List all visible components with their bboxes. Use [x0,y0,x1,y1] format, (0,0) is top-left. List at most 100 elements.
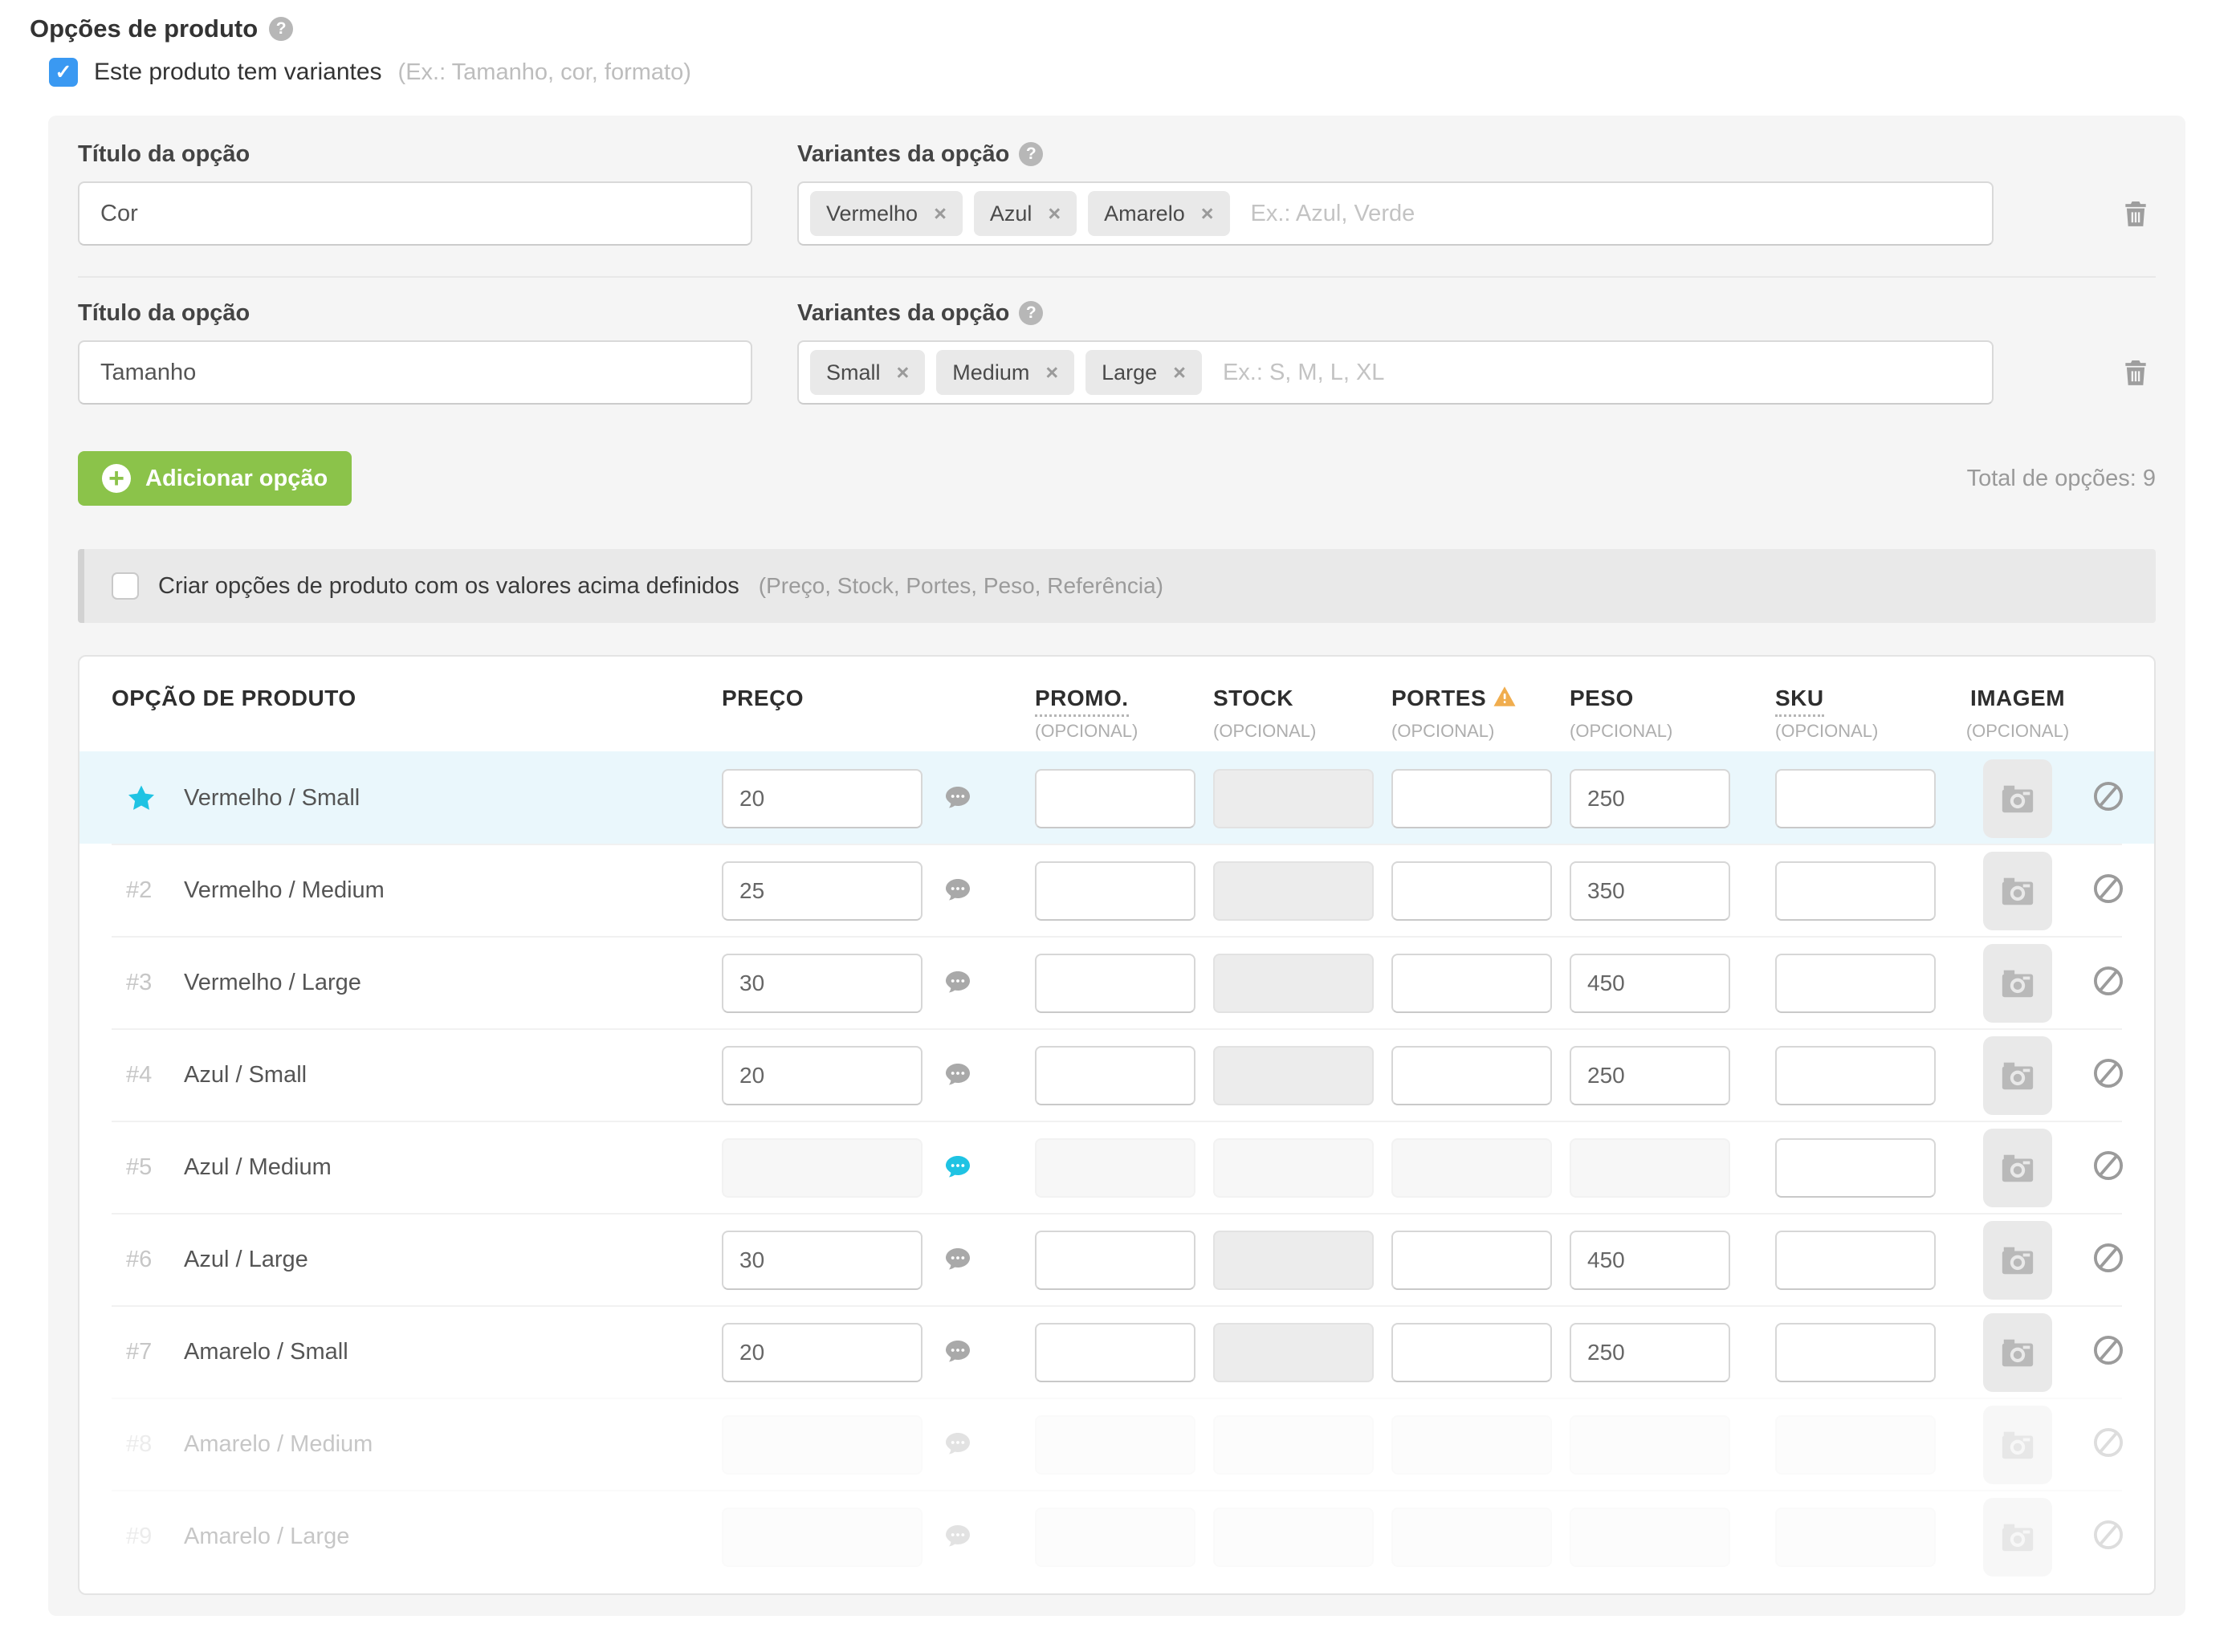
upload-image-button[interactable] [1983,1406,2052,1484]
help-icon[interactable]: ? [1019,301,1043,325]
sku-cell [1775,1323,1953,1382]
disable-variant-icon[interactable] [2091,779,2125,817]
promo-input[interactable] [1035,769,1195,828]
price-input[interactable] [722,861,923,921]
row-number: #5 [112,1154,163,1181]
col-sku[interactable]: SKU [1775,686,1824,717]
comment-bubble-icon[interactable] [942,967,974,999]
option-title-input[interactable] [78,340,752,405]
variant-tag-label: Medium [952,360,1029,385]
promo-input[interactable] [1035,954,1195,1013]
stock-cell [1213,954,1391,1013]
portes-input[interactable] [1391,954,1552,1013]
promo-input[interactable] [1035,1231,1195,1290]
promo-input[interactable] [1035,1323,1195,1382]
upload-image-button[interactable] [1983,1129,2052,1207]
comment-bubble-icon[interactable] [942,783,974,815]
peso-input[interactable] [1570,1046,1730,1105]
promo-cell [1035,1231,1213,1290]
disable-variant-icon[interactable] [2091,872,2125,909]
price-input[interactable] [722,954,923,1013]
portes-input[interactable] [1391,1046,1552,1105]
disable-variant-icon[interactable] [2091,964,2125,1002]
favorite-star-icon[interactable] [112,783,163,814]
upload-image-button[interactable] [1983,759,2052,838]
warning-icon[interactable] [1486,695,1517,709]
variant-name: Azul / Medium [184,1154,332,1181]
sku-input[interactable] [1775,861,1936,921]
sku-input [1775,1415,1936,1475]
upload-image-button[interactable] [1983,1498,2052,1577]
portes-input[interactable] [1391,861,1552,921]
has-variants-checkbox[interactable]: ✓ [49,58,78,87]
comment-bubble-icon[interactable] [942,1521,974,1553]
disable-variant-icon[interactable] [2091,1241,2125,1279]
upload-image-button[interactable] [1983,944,2052,1023]
portes-cell [1391,1138,1570,1198]
help-icon[interactable]: ? [1019,142,1043,166]
sku-input[interactable] [1775,1231,1936,1290]
option-title-input[interactable] [78,181,752,246]
peso-input[interactable] [1570,1323,1730,1382]
peso-input [1570,1415,1730,1475]
sku-input[interactable] [1775,954,1936,1013]
option-title-label: Título da opção [78,141,250,168]
sku-input[interactable] [1775,1138,1936,1198]
price-input[interactable] [722,1046,923,1105]
comment-bubble-icon[interactable] [942,1152,974,1184]
price-input[interactable] [722,769,923,828]
promo-input[interactable] [1035,861,1195,921]
peso-cell [1570,1323,1775,1382]
delete-option-button[interactable] [2096,197,2156,246]
disable-variant-icon[interactable] [2091,1426,2125,1463]
col-promo[interactable]: PROMO. [1035,686,1129,717]
remove-tag-icon[interactable]: × [1201,203,1214,225]
stock-input [1213,1046,1374,1105]
peso-input[interactable] [1570,861,1730,921]
sku-input[interactable] [1775,769,1936,828]
portes-input[interactable] [1391,769,1552,828]
option-variants-label: Variantes da opção [797,141,1009,168]
col-imagem-sub: (OPCIONAL) [1953,721,2082,742]
portes-cell [1391,1508,1570,1567]
comment-bubble-icon[interactable] [942,1060,974,1092]
comment-bubble-icon[interactable] [942,1244,974,1276]
sku-cell [1775,769,1953,828]
trash-icon [2120,356,2151,389]
peso-input[interactable] [1570,769,1730,828]
upload-image-button[interactable] [1983,1313,2052,1392]
remove-tag-icon[interactable]: × [897,362,910,384]
price-input[interactable] [722,1231,923,1290]
upload-image-button[interactable] [1983,1221,2052,1300]
table-header: OPÇÃO DE PRODUTO PREÇO PROMO. (OPCIONAL)… [112,657,2122,751]
disable-variant-icon[interactable] [2091,1149,2125,1186]
comment-bubble-icon[interactable] [942,1337,974,1369]
upload-image-button[interactable] [1983,1036,2052,1115]
disable-variant-icon[interactable] [2091,1333,2125,1371]
promo-input[interactable] [1035,1046,1195,1105]
comment-bubble-icon[interactable] [942,1429,974,1461]
price-input[interactable] [722,1323,923,1382]
help-icon[interactable]: ? [269,17,293,41]
upload-image-button[interactable] [1983,852,2052,930]
add-option-button[interactable]: + Adicionar opção [78,451,352,506]
portes-input[interactable] [1391,1323,1552,1382]
variants-tag-input[interactable]: Vermelho×Azul×Amarelo× Ex.: Azul, Verde [797,181,1994,246]
peso-input[interactable] [1570,954,1730,1013]
variants-tag-input[interactable]: Small×Medium×Large× Ex.: S, M, L, XL [797,340,1994,405]
remove-tag-icon[interactable]: × [1045,362,1058,384]
sku-input[interactable] [1775,1323,1936,1382]
remove-tag-icon[interactable]: × [1048,203,1061,225]
sku-input[interactable] [1775,1046,1936,1105]
stock-cell [1213,1508,1391,1567]
portes-input[interactable] [1391,1231,1552,1290]
peso-input[interactable] [1570,1231,1730,1290]
delete-option-button[interactable] [2096,356,2156,405]
disable-variant-icon[interactable] [2091,1518,2125,1556]
comment-bubble-icon[interactable] [942,875,974,907]
remove-tag-icon[interactable]: × [934,203,947,225]
remove-tag-icon[interactable]: × [1173,362,1186,384]
disable-variant-icon[interactable] [2091,1056,2125,1094]
bulk-apply-checkbox[interactable] [112,572,139,600]
col-portes: PORTES [1391,686,1486,710]
